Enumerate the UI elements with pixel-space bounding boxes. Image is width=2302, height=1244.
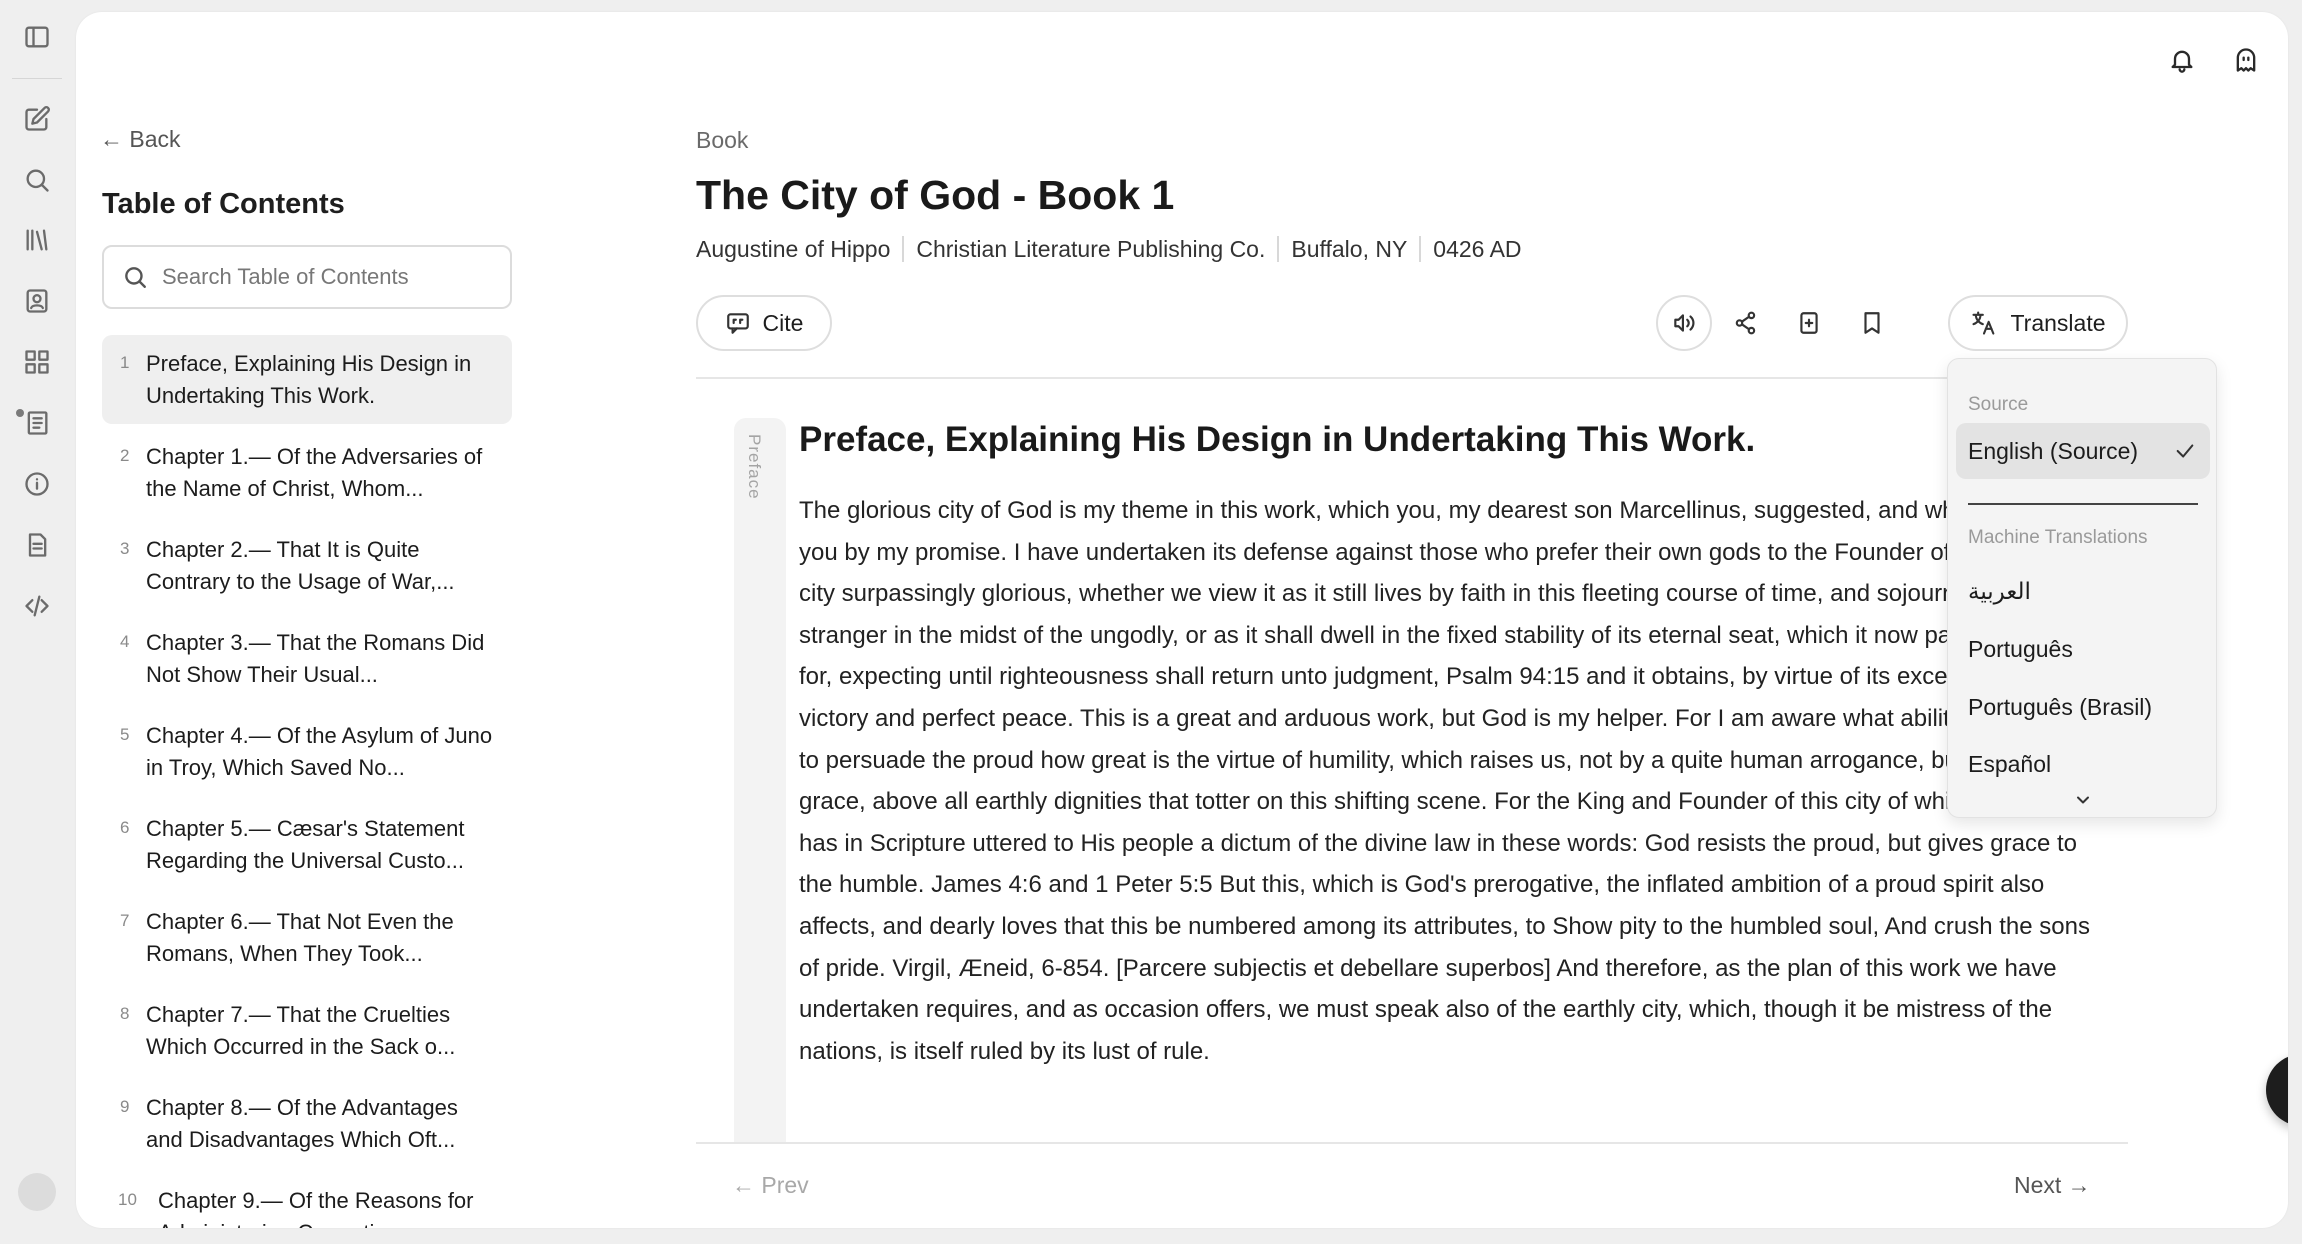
nav-rail [0,0,76,1244]
toc-item-label: Preface, Explaining His Design in Undert… [146,350,472,408]
translate-icon [1972,311,1995,335]
cite-button[interactable]: Cite [696,295,832,351]
search-icon [125,267,146,288]
toc-search-box[interactable] [102,245,512,309]
back-link[interactable]: ← Back [100,126,181,153]
toc-item-number: 5 [120,725,130,744]
toc-item[interactable]: 7 Chapter 6.— That Not Even the Romans, … [102,893,512,982]
contacts-icon[interactable] [18,282,56,320]
header-divider [696,377,2128,379]
language-option[interactable]: العربية [1968,578,2031,605]
add-note-icon [1800,312,1818,334]
bookmark-icon [1864,312,1880,334]
prev-button[interactable]: ← Prev [732,1172,809,1199]
new-note-icon[interactable] [18,100,56,138]
audio-button[interactable] [1656,295,1712,351]
toc-item-label: Chapter 3.— That the Romans Did Not Show… [146,629,485,687]
language-option[interactable]: Português (Brasil) [1968,694,2152,721]
toc-item-number: 6 [120,818,130,837]
share-icon [1735,311,1756,335]
toc-item[interactable]: 2 Chapter 1.— Of the Adversaries of the … [102,428,512,517]
library-icon[interactable] [18,221,56,259]
toc-item-number: 8 [120,1004,130,1023]
toc-item-label: Chapter 2.— That It is Quite Contrary to… [146,536,455,594]
section-label: Preface [745,434,764,500]
toc-item[interactable]: 5 Chapter 4.— Of the Asylum of Juno in T… [102,707,512,796]
toc-item-label: Chapter 4.— Of the Asylum of Juno in Tro… [146,722,493,780]
rail-divider [12,78,62,79]
translate-menu: Source English (Source) Machine Translat… [1947,358,2217,818]
toc-item[interactable]: 9 Chapter 8.— Of the Advantages and Disa… [102,1079,512,1168]
toc-item-number: 2 [120,446,130,465]
main-panel: ← Back Table of Contents 1 Preface, Expl… [76,12,2288,1228]
toc-title: Table of Contents [102,188,345,220]
toc-item[interactable]: 10 Chapter 9.— Of the Reasons for Admini… [102,1172,512,1229]
search-icon[interactable] [18,161,56,199]
book-place: Buffalo, NY [1277,236,1419,262]
toc-item-number: 1 [120,353,130,372]
toc-item-number: 3 [120,539,130,558]
quote-icon [726,313,749,334]
check-icon [2176,444,2194,458]
toc-item-label: Chapter 8.— Of the Advantages and Disadv… [146,1094,458,1152]
translate-label: Translate [2010,309,2106,336]
page-title: The City of God - Book 1 [696,172,1175,218]
translate-button[interactable]: Translate [1948,295,2128,351]
book-publisher: Christian Literature Publishing Co. [902,236,1277,262]
info-icon[interactable] [18,465,56,503]
sidebar-toggle-icon[interactable] [18,18,56,56]
add-note-button[interactable] [1789,303,1829,343]
bell-icon[interactable] [2162,40,2202,80]
machine-translations-heading: Machine Translations [1968,527,2148,548]
toc-item-number: 7 [120,911,130,930]
pager-bar [696,1144,2128,1228]
toc-list: 1 Preface, Explaining His Design in Unde… [102,335,512,1228]
toc-item-label: Chapter 9.— Of the Reasons for Administe… [158,1187,474,1229]
avatar[interactable] [18,1173,56,1211]
cite-label: Cite [762,309,804,336]
bookmark-button[interactable] [1852,303,1892,343]
toc-item-number: 9 [120,1097,130,1116]
toc-item[interactable]: 8 Chapter 7.— That the Cruelties Which O… [102,986,512,1075]
toc-item-label: Chapter 5.— Cæsar's Statement Regarding … [146,815,465,873]
reader-icon[interactable] [18,404,56,442]
section-tab: Preface [734,418,786,1228]
chapter-title: Preface, Explaining His Design in Undert… [799,420,1756,459]
toc-item[interactable]: 4 Chapter 3.— That the Romans Did Not Sh… [102,614,512,703]
toc-item-number: 10 [118,1190,137,1209]
toc-item[interactable]: 6 Chapter 5.— Cæsar's Statement Regardin… [102,800,512,889]
toc-item-label: Chapter 6.— That Not Even the Romans, Wh… [146,908,454,966]
toc-search-input[interactable] [162,264,502,290]
chevron-down-icon[interactable] [2070,789,2096,811]
language-option[interactable]: Español [1968,751,2051,778]
source-option-label: English (Source) [1968,437,2139,464]
chat-icon [2286,1074,2288,1106]
toc-item-label: Chapter 1.— Of the Adversaries of the Na… [146,443,483,501]
next-button[interactable]: Next → [2014,1172,2091,1199]
breadcrumb[interactable]: Book [696,127,748,154]
toc-item-number: 4 [120,632,130,651]
menu-divider [1968,503,2198,505]
source-heading: Source [1968,394,2029,415]
toc-item-label: Chapter 7.— That the Cruelties Which Occ… [146,1001,456,1059]
code-icon[interactable] [18,587,56,625]
share-button[interactable] [1726,303,1766,343]
document-icon[interactable] [18,526,56,564]
ghost-icon[interactable] [2226,40,2266,80]
source-option[interactable]: English (Source) [1956,423,2210,479]
book-author: Augustine of Hippo [696,236,891,262]
apps-grid-icon[interactable] [18,343,56,381]
book-date: 0426 AD [1419,236,1533,262]
chat-button[interactable] [2266,1054,2288,1126]
language-option[interactable]: Português [1968,636,2073,663]
book-meta: Augustine of Hippo Christian Literature … [696,236,1534,262]
toc-item[interactable]: 3 Chapter 2.— That It is Quite Contrary … [102,521,512,610]
audio-icon [1674,314,1695,332]
chapter-text: The glorious city of God is my theme in … [799,497,2091,1065]
toc-item[interactable]: 1 Preface, Explaining His Design in Unde… [102,335,512,424]
